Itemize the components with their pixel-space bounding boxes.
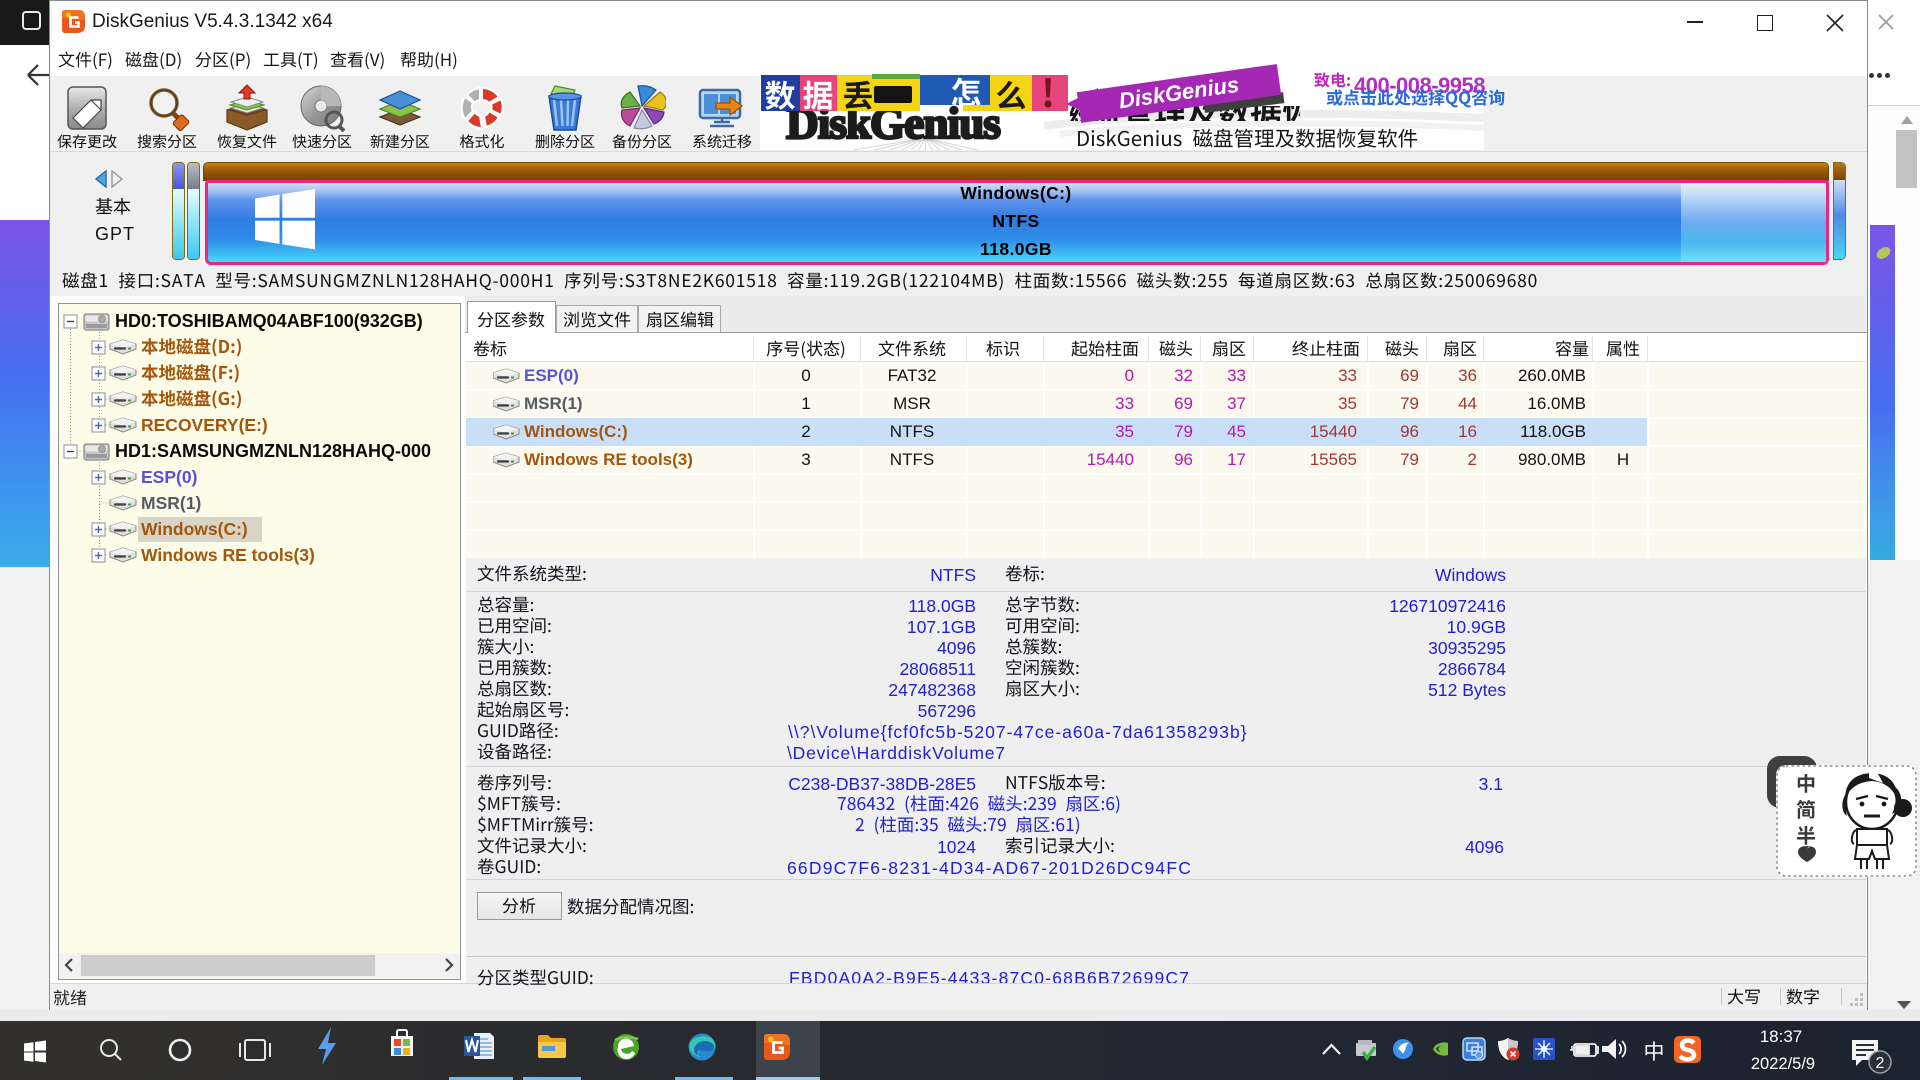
svg-text:2: 2: [1876, 1055, 1885, 1072]
